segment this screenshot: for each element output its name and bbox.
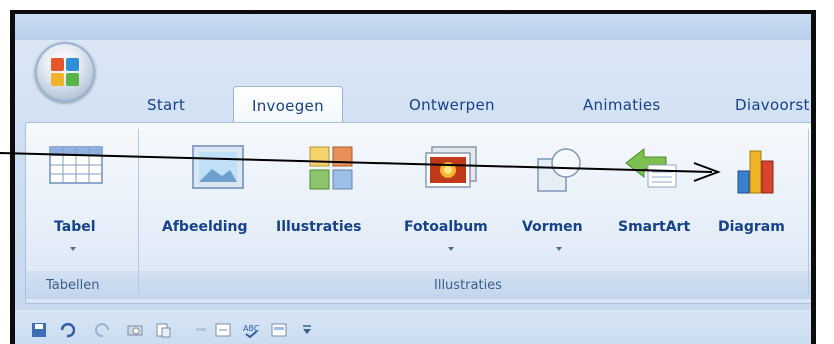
fotoalbum-dropdown-icon[interactable] bbox=[448, 247, 454, 251]
tab-diavoorstelling[interactable]: Diavoorst bbox=[735, 96, 810, 114]
smartart-icon[interactable] bbox=[624, 145, 680, 191]
vormen-label[interactable]: Vormen bbox=[522, 219, 583, 235]
tab-invoegen[interactable]: Invoegen bbox=[233, 86, 343, 124]
customize-toolbar-icon[interactable] bbox=[299, 322, 315, 338]
group-label-bar bbox=[26, 271, 811, 299]
group-separator bbox=[138, 129, 139, 293]
spelling-icon[interactable]: ABC bbox=[243, 322, 259, 338]
chart-icon[interactable] bbox=[734, 145, 784, 195]
paste-icon[interactable] bbox=[155, 322, 171, 338]
new-slide-icon[interactable] bbox=[271, 322, 287, 338]
group-separator bbox=[808, 129, 809, 293]
photo-album-icon[interactable] bbox=[424, 145, 478, 189]
smartart-label[interactable]: SmartArt bbox=[618, 219, 690, 235]
tab-animaties[interactable]: Animaties bbox=[583, 96, 661, 114]
clipart-icon[interactable] bbox=[308, 145, 354, 191]
tab-start[interactable]: Start bbox=[147, 96, 185, 114]
ribbon-panel: Tabel Afbeelding Illustraties Fotoalbum … bbox=[25, 122, 811, 304]
group-label-illustraties: Illustraties bbox=[434, 278, 502, 293]
print-preview-icon[interactable] bbox=[127, 322, 143, 338]
afbeelding-label[interactable]: Afbeelding bbox=[162, 219, 248, 235]
ribbon-tabs: Start Invoegen Ontwerpen Animaties Diavo… bbox=[15, 84, 811, 124]
fotoalbum-label[interactable]: Fotoalbum bbox=[404, 219, 488, 235]
application-window: Start Invoegen Ontwerpen Animaties Diavo… bbox=[10, 10, 816, 344]
quick-access-toolbar: ABC bbox=[15, 310, 811, 344]
tabel-dropdown-icon[interactable] bbox=[70, 247, 76, 251]
redo-icon[interactable] bbox=[95, 322, 111, 338]
group-label-tabellen: Tabellen bbox=[46, 278, 100, 293]
slide-layout-icon[interactable] bbox=[215, 322, 231, 338]
picture-icon[interactable] bbox=[192, 145, 244, 189]
office-logo-icon bbox=[51, 58, 79, 86]
tab-ontwerpen[interactable]: Ontwerpen bbox=[409, 96, 495, 114]
vormen-dropdown-icon[interactable] bbox=[556, 247, 562, 251]
illustraties-label[interactable]: Illustraties bbox=[276, 219, 361, 235]
undo-icon[interactable] bbox=[59, 322, 75, 338]
diagram-label[interactable]: Diagram bbox=[718, 219, 785, 235]
title-bar bbox=[15, 14, 811, 40]
table-icon[interactable] bbox=[48, 145, 104, 185]
save-icon[interactable] bbox=[31, 322, 47, 338]
format-painter-icon[interactable] bbox=[193, 322, 209, 338]
shapes-icon[interactable] bbox=[534, 145, 584, 195]
tabel-label[interactable]: Tabel bbox=[54, 219, 96, 235]
